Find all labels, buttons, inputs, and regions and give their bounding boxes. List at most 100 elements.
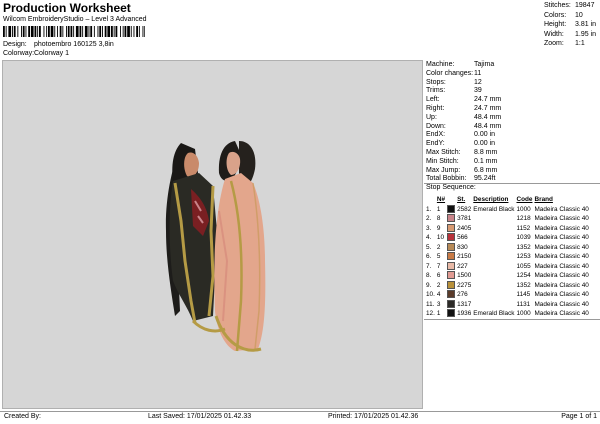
thread-brand: Madeira Classic 40	[534, 262, 589, 270]
thread-code: 1000	[516, 205, 531, 213]
thread-code: 1253	[516, 253, 531, 260]
color-swatch-icon	[447, 252, 456, 261]
color-swatch	[446, 290, 456, 300]
row-index: 8.	[426, 272, 432, 279]
thread-code: 1218	[516, 215, 531, 222]
stitch-count: 566	[457, 234, 468, 241]
info-value: 12	[474, 78, 482, 86]
info-value: 95.24ft	[474, 175, 496, 183]
colorway-row: Colorway:Colorway 1	[3, 50, 69, 57]
row-index: 1.	[426, 205, 432, 213]
color-swatch	[446, 252, 456, 262]
row-index: 12.	[426, 310, 435, 317]
info-value: 0.1 mm	[474, 157, 498, 165]
row-index: 9.	[426, 281, 432, 289]
machine-info-row: EndX: 0.00 in	[426, 131, 495, 140]
page-title: Production Worksheet	[3, 1, 131, 15]
color-swatch-icon	[447, 280, 456, 289]
thread-code: 1055	[516, 262, 531, 270]
color-description	[472, 233, 515, 243]
stitch-count: 227	[457, 262, 468, 270]
stat-width: Width: 1.95 in	[544, 30, 597, 38]
info-label: Right:	[426, 105, 445, 112]
color-swatch	[446, 242, 456, 253]
thread-brand: Madeira Classic 40	[534, 310, 589, 317]
embroidery-design-image	[165, 141, 266, 352]
thread-code: 1352	[516, 281, 531, 289]
barcode-icon	[3, 26, 145, 37]
thread-code: 1145	[516, 291, 531, 298]
machine-info-row: Down: 48.4 mm	[426, 123, 501, 132]
stitch-count: 3781	[457, 215, 472, 222]
page-number: Page 1 of 1	[561, 413, 597, 420]
info-label: Left:	[426, 96, 440, 104]
thread-brand: Madeira Classic 40	[534, 215, 589, 222]
info-value: 6.8 mm	[474, 166, 498, 174]
stitch-count: 830	[457, 243, 468, 251]
stat-height: Height: 3.81 in	[544, 21, 597, 29]
thread-brand: Madeira Classic 40	[534, 253, 589, 260]
color-swatch	[446, 233, 456, 243]
thread-brand: Madeira Classic 40	[534, 281, 589, 289]
thread-brand: Madeira Classic 40	[534, 224, 589, 232]
table-row: 12. 1 1936 Emerald Black 1000 Madeira Classic…	[425, 309, 590, 319]
stop-sequence-table: N# St. Description Code Brand 1. 1 2582 Eme…	[425, 195, 590, 319]
color-swatch	[446, 309, 456, 319]
info-value: 11	[474, 69, 482, 77]
color-swatch	[446, 271, 456, 281]
needle-number: 6	[436, 272, 441, 279]
column-header: N#	[436, 196, 446, 203]
row-index: 7.	[426, 262, 432, 270]
machine-info-row: Max Jump: 6.8 mm	[426, 167, 497, 176]
info-label: Color changes:	[426, 69, 474, 77]
stitch-count: 1317	[457, 300, 472, 308]
software-subtitle: Wilcom EmbroideryStudio – Level 3 Advanc…	[3, 16, 147, 23]
stitch-count: 1500	[457, 272, 472, 279]
color-description	[472, 300, 515, 310]
stat-colors: Colors: 10	[544, 11, 583, 19]
color-swatch-icon	[447, 223, 456, 232]
colorway-value: Colorway 1	[34, 50, 70, 57]
thread-brand: Madeira Classic 40	[534, 205, 589, 213]
column-header	[446, 195, 456, 205]
info-label: Machine:	[426, 61, 455, 68]
footer: Created By: Last Saved: 17/01/2025 01.42…	[0, 411, 600, 424]
table-row: 4. 10 566 1039 Madeira Classic 40	[425, 233, 590, 243]
thread-code: 1131	[516, 300, 531, 308]
color-swatch-icon	[447, 309, 456, 318]
printed-date: Printed: 17/01/2025 01.42.36	[328, 413, 419, 420]
thread-code: 1039	[516, 234, 531, 241]
stitch-count: 2275	[457, 281, 472, 289]
table-row: 9. 2 2275 1352 Madeira Classic 40	[425, 280, 590, 291]
thread-brand: Madeira Classic 40	[534, 234, 589, 241]
machine-info-row: Left: 24.7 mm	[426, 96, 501, 105]
machine-info-row: Color changes:11	[426, 70, 481, 79]
stat-stitches: Stitches: 19847	[544, 2, 595, 9]
color-swatch	[446, 204, 456, 215]
needle-number: 4	[436, 291, 441, 298]
design-row: Design: photoembro 160125 3,8in	[3, 41, 114, 48]
design-label: Design:	[3, 41, 27, 48]
table-row: 6. 5 2150 1253 Madeira Classic 40	[425, 252, 590, 262]
color-description	[472, 290, 515, 300]
color-swatch-icon	[447, 214, 456, 223]
needle-number: 1	[436, 310, 441, 317]
row-index: 10.	[426, 291, 435, 298]
color-swatch	[446, 223, 456, 234]
thread-code: 1254	[516, 272, 531, 279]
color-description: Emerald Black	[473, 310, 515, 317]
info-value: 48.4 mm	[474, 113, 502, 121]
info-label: Trims:	[426, 87, 446, 95]
info-value: 8.8 mm	[474, 149, 498, 156]
color-swatch-icon	[447, 290, 456, 299]
machine-info-row: Up: 48.4 mm	[426, 114, 501, 123]
thread-brand: Madeira Classic 40	[534, 300, 589, 308]
row-index: 2.	[426, 215, 432, 222]
color-description	[472, 262, 515, 272]
color-swatch-icon	[447, 299, 456, 308]
table-row: 2. 8 3781 1218 Madeira Classic 40	[425, 214, 590, 224]
row-index: 4.	[426, 234, 432, 241]
machine-info-row: Max Stitch: 8.8 mm	[426, 149, 497, 158]
info-label: Min Stitch:	[426, 157, 459, 165]
thread-brand: Madeira Classic 40	[534, 272, 589, 279]
